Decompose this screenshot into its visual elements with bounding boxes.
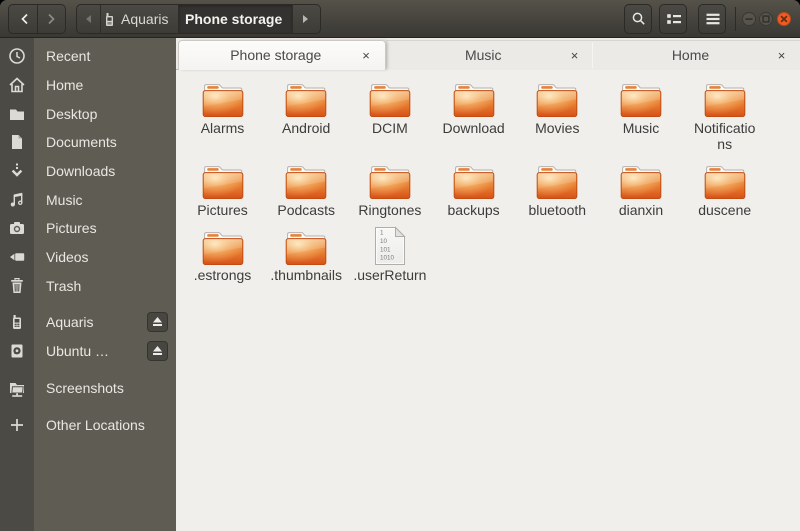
svg-text:101: 101: [380, 246, 391, 253]
svg-text:1010: 1010: [380, 255, 395, 262]
svg-text:1: 1: [380, 230, 384, 237]
svg-text:10: 10: [380, 238, 388, 245]
